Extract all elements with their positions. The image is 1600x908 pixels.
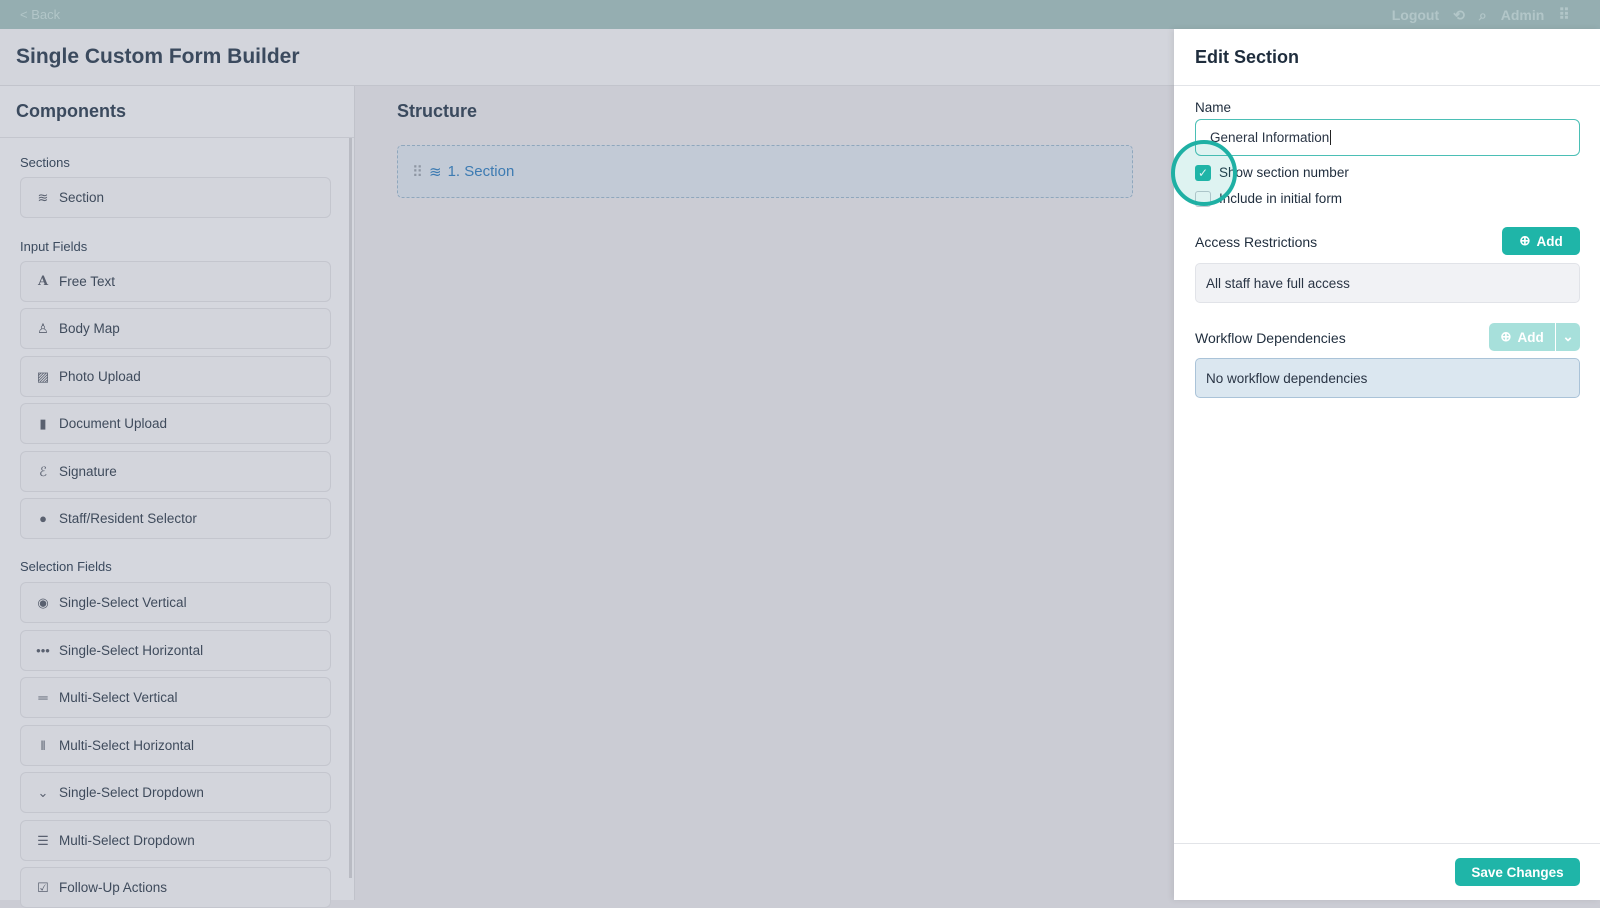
component-label: Single-Select Dropdown bbox=[59, 785, 204, 800]
component-document-upload[interactable]: ▮ Document Upload bbox=[20, 403, 331, 444]
logout-icon[interactable]: ⟲ bbox=[1453, 7, 1465, 24]
access-restrictions-label: Access Restrictions bbox=[1195, 234, 1318, 250]
signature-icon: ℰ bbox=[39, 463, 47, 479]
component-body-map[interactable]: ♙ Body Map bbox=[20, 308, 331, 349]
click-highlight bbox=[1171, 140, 1237, 206]
component-photo-upload[interactable]: ▨ Photo Upload bbox=[20, 356, 331, 397]
component-label: Single-Select Vertical bbox=[59, 595, 187, 610]
ellipsis-icon: ••• bbox=[36, 643, 50, 658]
component-single-select-vertical[interactable]: ◉ Single-Select Vertical bbox=[20, 582, 331, 623]
group-label-selection-fields: Selection Fields bbox=[20, 559, 112, 574]
layers-icon: ≋ bbox=[37, 189, 49, 205]
component-free-text[interactable]: A Free Text bbox=[20, 261, 331, 302]
component-label: Follow-Up Actions bbox=[59, 880, 168, 895]
group-label-sections: Sections bbox=[20, 155, 70, 170]
access-add-button[interactable]: ⊕ Add bbox=[1502, 227, 1580, 255]
page-title: Single Custom Form Builder bbox=[16, 45, 300, 68]
component-single-select-horizontal[interactable]: ••• Single-Select Horizontal bbox=[20, 630, 331, 671]
button-label: Add bbox=[1536, 233, 1563, 249]
component-label: Multi-Select Dropdown bbox=[59, 833, 195, 848]
layers-icon: ≋ bbox=[429, 163, 442, 181]
radio-icon: ◉ bbox=[37, 594, 49, 610]
button-label: Add bbox=[1517, 329, 1544, 345]
component-label: Section bbox=[59, 190, 105, 205]
component-multi-select-dropdown[interactable]: ☰ Multi-Select Dropdown bbox=[20, 820, 331, 861]
component-label: Free Text bbox=[59, 274, 116, 289]
component-follow-up-actions[interactable]: ☑ Follow-Up Actions bbox=[20, 867, 331, 908]
component-section[interactable]: ≋ Section bbox=[20, 177, 331, 218]
apps-grid-icon[interactable]: ⠿ bbox=[1558, 5, 1570, 25]
structure-section-row[interactable]: ⠿ ≋ 1. Section bbox=[397, 145, 1133, 198]
save-changes-button[interactable]: Save Changes bbox=[1455, 858, 1580, 886]
user-icon: ● bbox=[39, 511, 47, 526]
scrollbar[interactable] bbox=[349, 138, 352, 878]
group-label-input-fields: Input Fields bbox=[20, 239, 88, 254]
component-label: Staff/Resident Selector bbox=[59, 511, 197, 526]
component-label: Single-Select Horizontal bbox=[59, 643, 204, 658]
name-value: General Information bbox=[1210, 130, 1330, 145]
component-single-select-dropdown[interactable]: ⌄ Single-Select Dropdown bbox=[20, 772, 331, 813]
pause-bars-icon: ‖ bbox=[40, 738, 46, 753]
page-header: Single Custom Form Builder bbox=[0, 29, 1174, 86]
top-bar: < Back Logout ⟲ ⌕ Admin ⠿ bbox=[0, 0, 1600, 29]
access-restrictions-box: All staff have full access bbox=[1195, 263, 1580, 303]
equals-icon: ═ bbox=[38, 690, 48, 705]
drag-handle-icon[interactable]: ⠿ bbox=[412, 163, 423, 181]
image-icon: ▨ bbox=[36, 368, 50, 384]
name-label: Name bbox=[1195, 100, 1232, 115]
back-link[interactable]: < Back bbox=[20, 7, 60, 22]
logout-link[interactable]: Logout bbox=[1392, 7, 1439, 23]
component-label: Document Upload bbox=[59, 416, 168, 431]
file-upload-icon: ▮ bbox=[39, 415, 47, 431]
component-signature[interactable]: ℰ Signature bbox=[20, 451, 331, 492]
component-multi-select-horizontal[interactable]: ‖ Multi-Select Horizontal bbox=[20, 725, 331, 766]
workflow-dependencies-label: Workflow Dependencies bbox=[1195, 330, 1346, 346]
components-title: Components bbox=[0, 86, 354, 138]
user-menu[interactable]: Admin bbox=[1501, 7, 1545, 23]
component-label: Multi-Select Horizontal bbox=[59, 738, 195, 753]
plus-circle-icon: ⊕ bbox=[1519, 233, 1531, 248]
body-map-icon: ♙ bbox=[37, 320, 49, 336]
component-label: Multi-Select Vertical bbox=[59, 690, 178, 705]
component-staff-resident-selector[interactable]: ● Staff/Resident Selector bbox=[20, 498, 331, 539]
component-multi-select-vertical[interactable]: ═ Multi-Select Vertical bbox=[20, 677, 331, 718]
checkbox-icon: ☑ bbox=[37, 879, 49, 895]
edit-section-panel: Edit Section Name General Information ✓ … bbox=[1174, 29, 1600, 900]
component-label: Photo Upload bbox=[59, 369, 141, 384]
section-name: 1. Section bbox=[447, 163, 515, 180]
divider bbox=[1174, 85, 1600, 86]
workflow-add-dropdown[interactable]: ⌄ bbox=[1556, 323, 1580, 351]
workflow-add-button[interactable]: ⊕ Add bbox=[1489, 323, 1555, 351]
chevron-down-icon: ⌄ bbox=[37, 784, 49, 800]
component-label: Signature bbox=[59, 464, 117, 479]
component-label: Body Map bbox=[59, 321, 120, 336]
panel-title: Edit Section bbox=[1195, 47, 1300, 67]
workflow-dependencies-box: No workflow dependencies bbox=[1195, 358, 1580, 398]
list-icon: ☰ bbox=[37, 832, 49, 848]
show-section-number-label: Show section number bbox=[1219, 165, 1349, 180]
chevron-down-icon: ⌄ bbox=[1562, 329, 1574, 344]
include-initial-form-label: Include in initial form bbox=[1219, 191, 1343, 206]
font-icon: A bbox=[37, 274, 49, 289]
footer-divider bbox=[1174, 843, 1600, 844]
name-input[interactable]: General Information bbox=[1195, 119, 1580, 156]
search-icon[interactable]: ⌕ bbox=[1479, 7, 1487, 24]
plus-circle-icon: ⊕ bbox=[1500, 329, 1512, 344]
structure-title: Structure bbox=[397, 101, 478, 121]
